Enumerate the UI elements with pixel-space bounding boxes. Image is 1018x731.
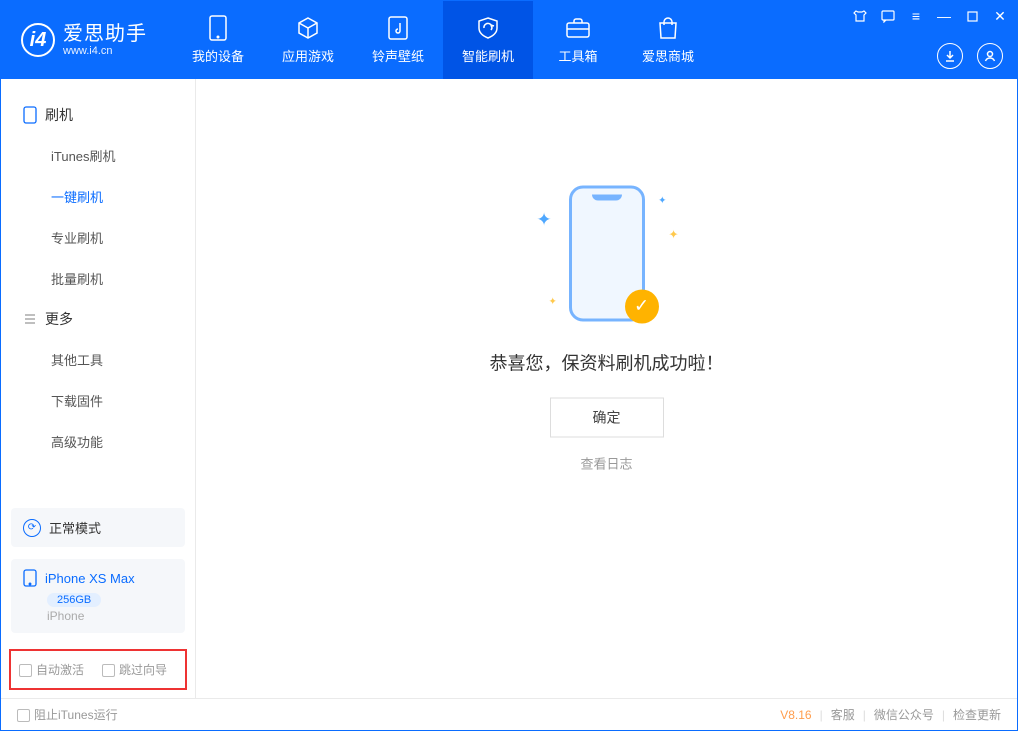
list-icon bbox=[23, 312, 37, 326]
tshirt-icon[interactable] bbox=[851, 7, 869, 25]
device-card[interactable]: iPhone XS Max 256GB iPhone bbox=[11, 559, 185, 633]
nav-tabs: 我的设备 应用游戏 铃声壁纸 智能刷机 工具箱 爱思商城 bbox=[173, 1, 713, 79]
nav-store[interactable]: 爱思商城 bbox=[623, 1, 713, 79]
auto-activate-checkbox[interactable]: 自动激活 bbox=[19, 661, 84, 678]
sidebar-group-flash: 刷机 bbox=[1, 95, 195, 135]
ok-button[interactable]: 确定 bbox=[550, 397, 664, 437]
nav-apps[interactable]: 应用游戏 bbox=[263, 1, 353, 79]
feedback-icon[interactable] bbox=[879, 7, 897, 25]
main-content: ✦✦✦✦ ✓ 恭喜您，保资料刷机成功啦！ 确定 查看日志 bbox=[196, 79, 1017, 698]
nav-ringtone[interactable]: 铃声壁纸 bbox=[353, 1, 443, 79]
user-icon[interactable] bbox=[977, 43, 1003, 69]
phone-icon bbox=[205, 15, 231, 41]
menu-icon[interactable]: ≡ bbox=[907, 7, 925, 25]
sidebar: 刷机 iTunes刷机 一键刷机 专业刷机 批量刷机 更多 其他工具 下载固件 … bbox=[1, 79, 196, 698]
footer-link-support[interactable]: 客服 bbox=[831, 706, 855, 723]
version-label: V8.16 bbox=[780, 708, 811, 722]
app-logo: i4 爱思助手 www.i4.cn bbox=[1, 1, 173, 79]
app-url: www.i4.cn bbox=[63, 45, 147, 57]
view-log-link[interactable]: 查看日志 bbox=[580, 453, 632, 472]
footer-link-update[interactable]: 检查更新 bbox=[953, 706, 1001, 723]
window-controls: ≡ — ✕ bbox=[851, 7, 1009, 25]
check-badge-icon: ✓ bbox=[625, 289, 659, 323]
app-name: 爱思助手 bbox=[63, 23, 147, 45]
nav-my-device[interactable]: 我的设备 bbox=[173, 1, 263, 79]
account-controls bbox=[937, 43, 1003, 69]
nav-flash[interactable]: 智能刷机 bbox=[443, 1, 533, 79]
sidebar-item-oneclick-flash[interactable]: 一键刷机 bbox=[1, 176, 195, 217]
success-message: 恭喜您，保资料刷机成功啦！ bbox=[490, 349, 724, 375]
skip-guide-checkbox[interactable]: 跳过向导 bbox=[102, 661, 167, 678]
success-illustration: ✦✦✦✦ ✓ bbox=[527, 181, 687, 331]
footer-link-wechat[interactable]: 微信公众号 bbox=[874, 706, 934, 723]
device-name: iPhone XS Max bbox=[45, 571, 135, 586]
footer: 阻止iTunes运行 V8.16 | 客服 | 微信公众号 | 检查更新 bbox=[1, 698, 1017, 730]
mode-icon: ⟳ bbox=[23, 519, 41, 537]
minimize-button[interactable]: — bbox=[935, 7, 953, 25]
phone-small-icon bbox=[23, 106, 37, 124]
option-checkboxes: 自动激活 跳过向导 bbox=[9, 649, 187, 690]
device-type: iPhone bbox=[47, 609, 173, 623]
maximize-button[interactable] bbox=[963, 7, 981, 25]
sidebar-group-more: 更多 bbox=[1, 299, 195, 339]
device-icon bbox=[23, 569, 37, 587]
titlebar: i4 爱思助手 www.i4.cn 我的设备 应用游戏 铃声壁纸 智能刷机 工具… bbox=[1, 1, 1017, 79]
device-capacity: 256GB bbox=[47, 593, 101, 607]
mode-card[interactable]: ⟳ 正常模式 bbox=[11, 508, 185, 547]
nav-toolbox[interactable]: 工具箱 bbox=[533, 1, 623, 79]
bag-icon bbox=[655, 15, 681, 41]
logo-icon: i4 bbox=[21, 23, 55, 57]
music-file-icon bbox=[385, 15, 411, 41]
cube-icon bbox=[295, 15, 321, 41]
sidebar-item-batch-flash[interactable]: 批量刷机 bbox=[1, 258, 195, 299]
sidebar-item-download-fw[interactable]: 下载固件 bbox=[1, 380, 195, 421]
toolbox-icon bbox=[565, 15, 591, 41]
sidebar-item-pro-flash[interactable]: 专业刷机 bbox=[1, 217, 195, 258]
refresh-shield-icon bbox=[475, 15, 501, 41]
download-icon[interactable] bbox=[937, 43, 963, 69]
block-itunes-checkbox[interactable]: 阻止iTunes运行 bbox=[17, 706, 118, 723]
sidebar-item-advanced[interactable]: 高级功能 bbox=[1, 421, 195, 462]
sidebar-item-itunes-flash[interactable]: iTunes刷机 bbox=[1, 135, 195, 176]
sidebar-item-other-tools[interactable]: 其他工具 bbox=[1, 339, 195, 380]
close-button[interactable]: ✕ bbox=[991, 7, 1009, 25]
